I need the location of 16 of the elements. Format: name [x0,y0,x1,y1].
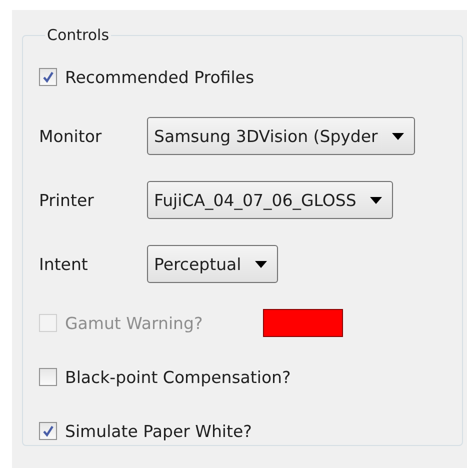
checkbox-label[interactable]: Black-point Compensation? [65,368,291,386]
dropdown[interactable]: FujiCA_04_07_06_GLOSS [147,181,394,219]
checkbox-label[interactable]: Simulate Paper White? [65,422,252,440]
dropdown[interactable]: Samsung 3DVision (Spyder [147,117,415,155]
caret-icon [255,260,268,268]
checkbox-label[interactable]: Recommended Profiles [65,68,254,86]
checkbox[interactable] [39,368,57,386]
checkbox[interactable] [39,422,57,440]
group-title: Controls [46,26,110,44]
field-label: Printer [39,190,95,210]
field-label: Intent [39,254,89,274]
caret-icon [392,132,404,140]
field-label: Monitor [39,126,103,146]
caret-icon [370,196,382,204]
checkbox[interactable] [39,68,57,86]
dropdown[interactable]: Perceptual [147,245,278,283]
